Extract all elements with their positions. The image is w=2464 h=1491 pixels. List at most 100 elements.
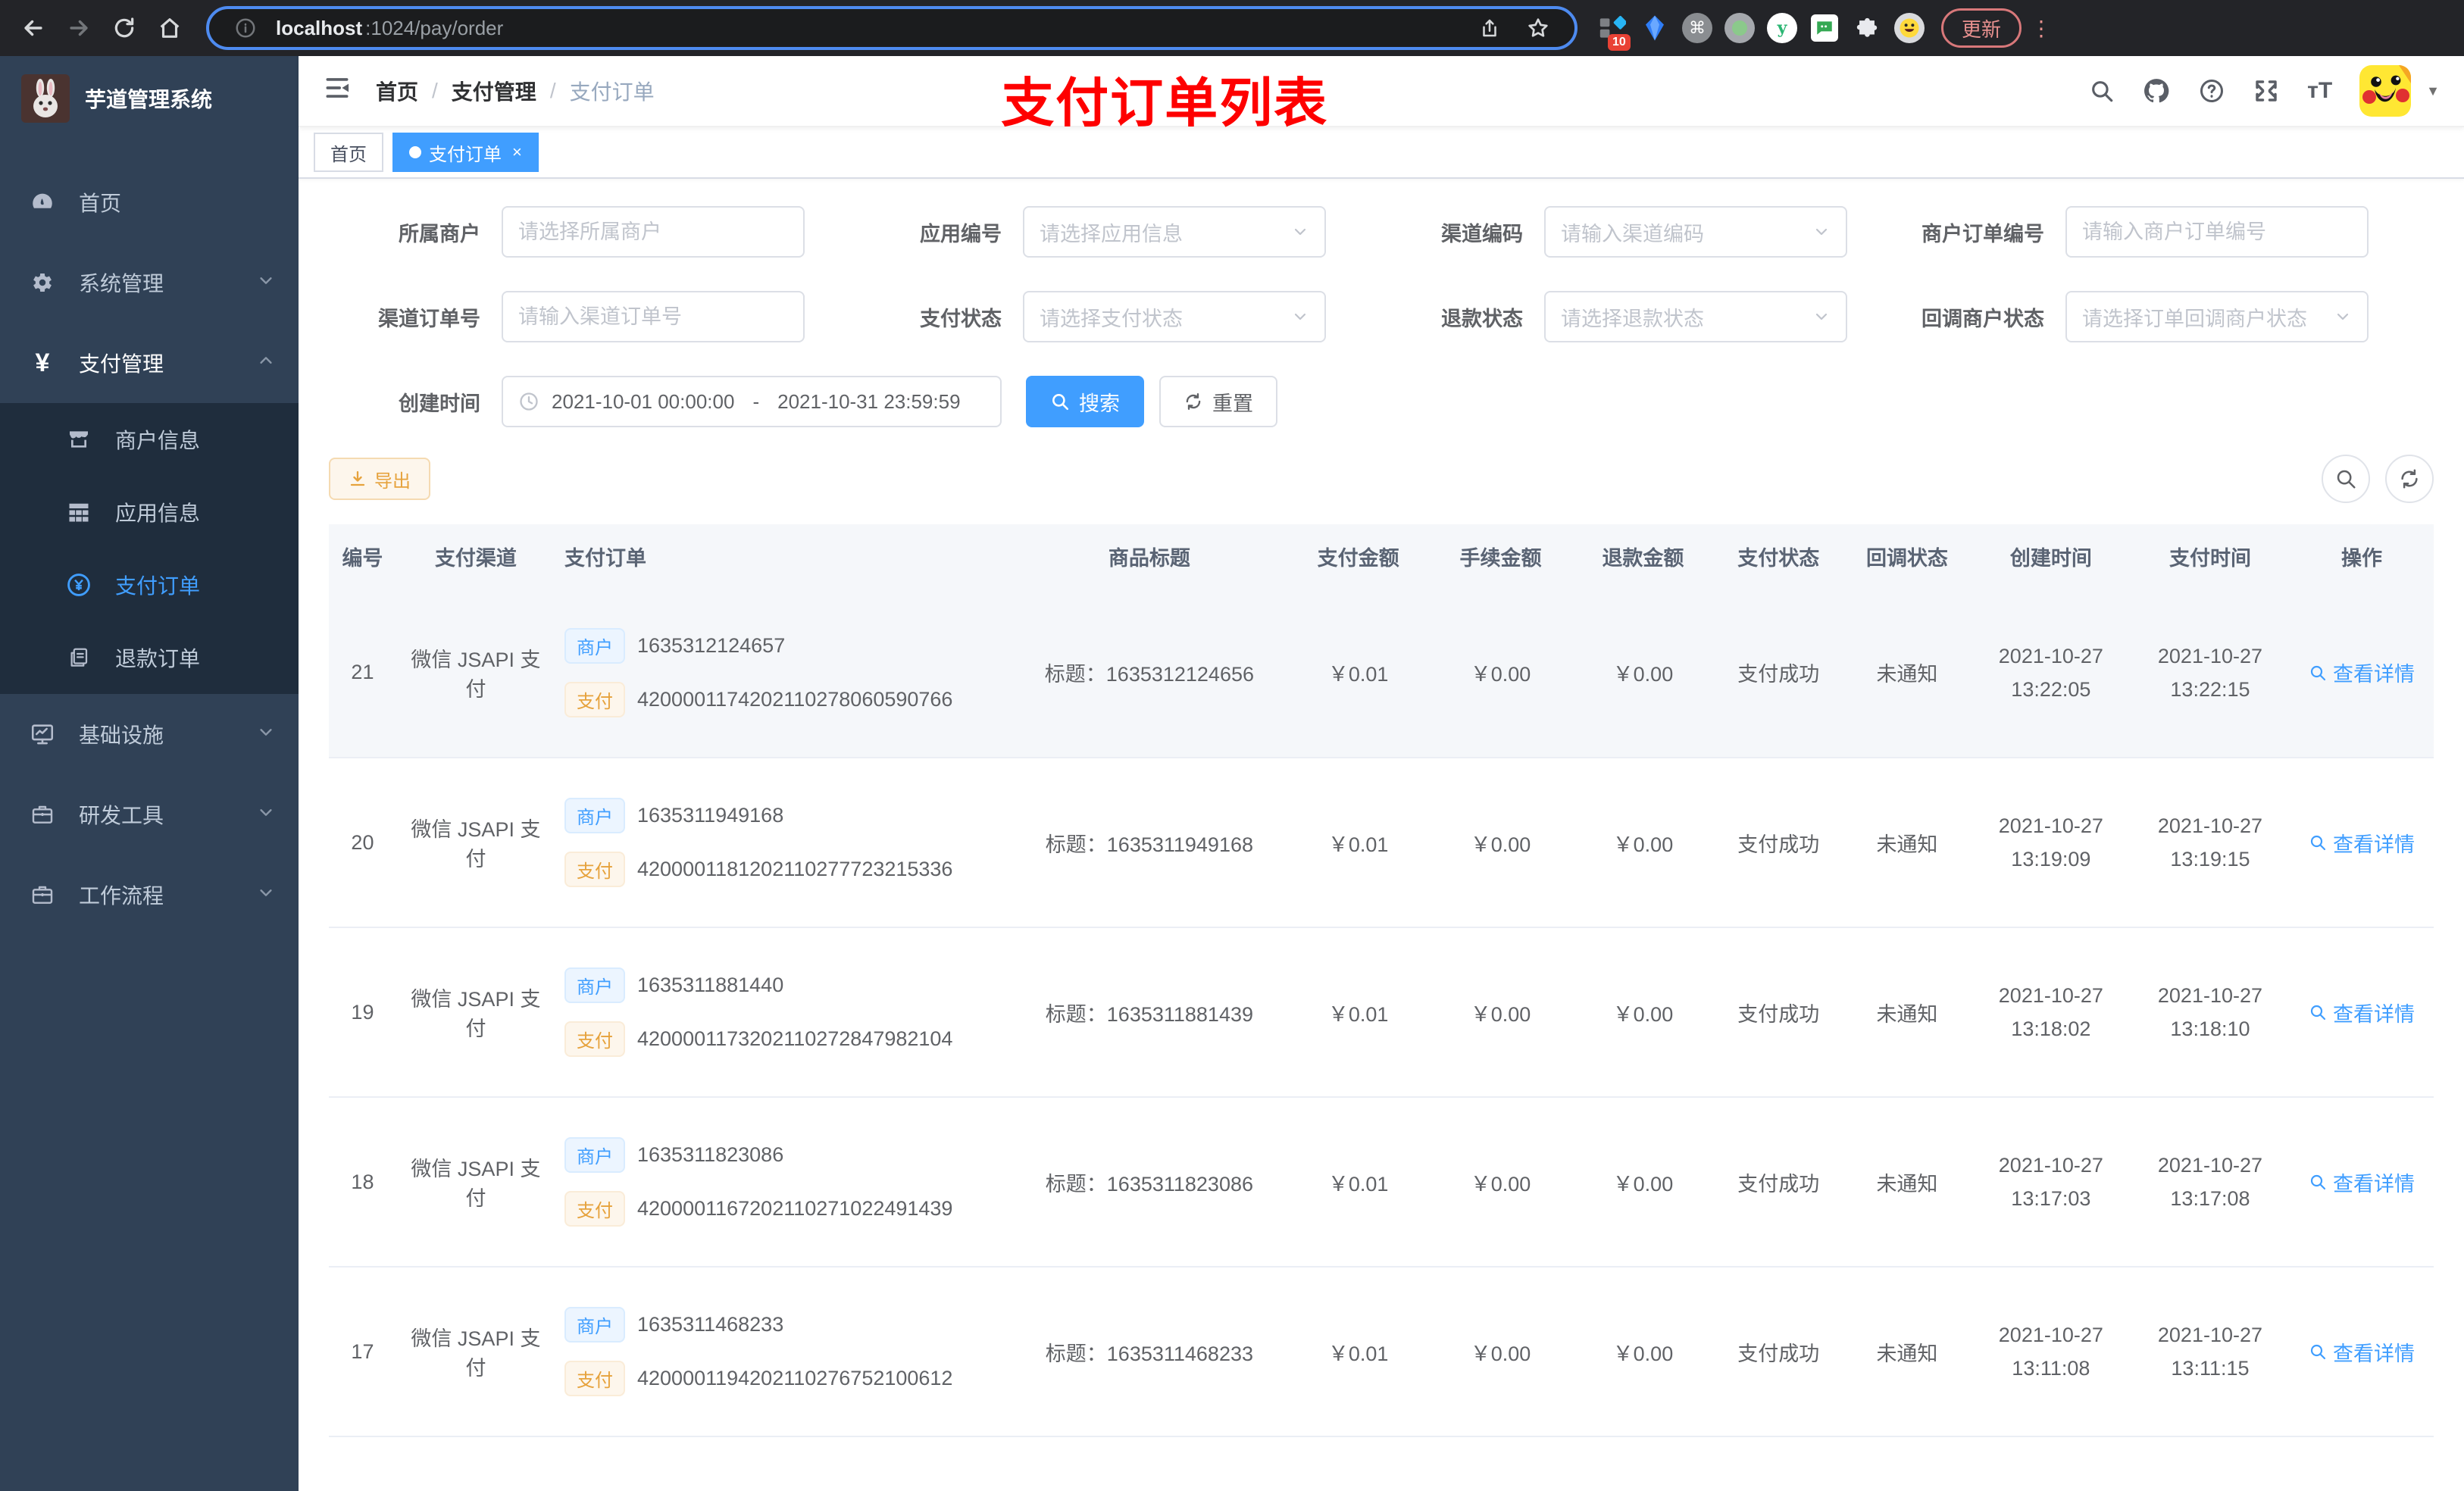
table-row[interactable]: 17 微信 JSAPI 支付 商户 1635311468233 支付 4200001… [329,1267,2434,1437]
sidebar-item-workflow[interactable]: 工作流程 [0,855,299,935]
forward-icon[interactable] [61,10,97,46]
browser-menu-icon[interactable]: ⋮ [2031,16,2052,41]
col-fee: 手续金额 [1429,524,1572,588]
url-host: localhost [276,16,363,39]
sidebar-item-merchant-info[interactable]: 商户信息 [0,403,299,476]
logo-image [21,74,70,123]
table-row[interactable]: 19 微信 JSAPI 支付 商户 1635311881440 支付 4200001… [329,927,2434,1098]
shop-icon [61,427,97,452]
search-icon[interactable] [2089,78,2115,104]
yen-circle-icon [61,572,97,598]
font-size-icon[interactable]: ᴛT [2307,78,2332,104]
extension-emoji-icon[interactable] [1893,11,1926,45]
bookmark-star-icon[interactable] [1520,10,1556,46]
tag-home[interactable]: 首页 [314,133,383,172]
sidebar-menu: 首页 系统管理 ¥ 支付管理 商户信息 应用信息 支付订单 退款订单 基础设施 … [0,141,299,935]
avatar[interactable] [2359,65,2412,117]
grid-icon [61,501,97,524]
chevron-down-icon [2334,303,2352,331]
view-detail-link[interactable]: 查看详情 [2309,1167,2415,1197]
hamburger-icon[interactable] [323,73,352,108]
extension-record-icon[interactable] [1723,11,1756,45]
home-icon[interactable] [152,10,188,46]
view-detail-link[interactable]: 查看详情 [2309,658,2415,687]
export-button[interactable]: 导出 [329,458,430,500]
back-icon[interactable] [15,10,52,46]
col-action: 操作 [2290,524,2434,588]
create-time-range-picker[interactable]: 2021-10-01 00:00:00 - 2021-10-31 23:59:5… [502,376,1002,427]
extension-gem-icon[interactable] [1638,11,1671,45]
merchant-tag: 商户 [564,967,625,1003]
table-row[interactable]: 18 微信 JSAPI 支付 商户 1635311823086 支付 4200001… [329,1097,2434,1268]
refund-status-select[interactable]: 请选择退款状态 [1544,291,1847,342]
sidebar-item-dev-tools[interactable]: 研发工具 [0,774,299,855]
breadcrumb-current: 支付订单 [569,80,655,104]
reset-button[interactable]: 重置 [1159,376,1277,427]
chevron-down-icon [1812,218,1831,246]
monitor-chart-icon [24,721,61,747]
browser-update-button[interactable]: 更新 [1941,8,2022,48]
clock-icon [518,391,539,412]
sidebar-item-pay[interactable]: ¥ 支付管理 [0,323,299,403]
logo-row[interactable]: 芋道管理系统 [0,56,299,141]
table-row-partial[interactable]: 商户1635311351796 [329,1436,2434,1491]
extension-puzzle-icon[interactable] [1850,11,1884,45]
view-detail-link[interactable]: 查看详情 [2309,1337,2415,1367]
table-row[interactable]: 20 微信 JSAPI 支付 商户 1635311949168 支付 4200001… [329,758,2434,928]
pay-tag: 支付 [564,1361,625,1396]
sidebar-item-system[interactable]: 系统管理 [0,242,299,323]
merchant-tag: 商户 [564,627,625,664]
channel-code-select[interactable]: 请输入渠道编码 [1544,206,1847,258]
sidebar-item-home[interactable]: 首页 [0,162,299,242]
site-info-icon[interactable] [227,10,264,46]
navbar-actions: ᴛT ▼ [2089,65,2440,117]
pay-status-select[interactable]: 请选择支付状态 [1023,291,1326,342]
toggle-search-button[interactable] [2322,455,2370,503]
fullscreen-icon[interactable] [2253,77,2280,105]
col-pay-status: 支付状态 [1714,524,1843,588]
breadcrumb-home[interactable]: 首页 [376,76,418,106]
notify-status-select[interactable]: 请选择订单回调商户状态 [2065,291,2369,342]
sidebar-item-pay-order[interactable]: 支付订单 [0,549,299,621]
extension-badge: 10 [1608,34,1631,51]
chevron-down-icon [258,804,274,825]
app-no-select[interactable]: 请选择应用信息 [1023,206,1326,258]
filter-label-channel-order-no: 渠道订单号 [378,307,480,330]
page-title-annotation: 支付订单列表 [1001,73,1329,133]
sidebar-item-refund-order[interactable]: 退款订单 [0,621,299,694]
url-bar[interactable]: localhost :1024/pay/order [206,6,1578,50]
extension-command-icon[interactable]: ⌘ [1681,11,1714,45]
filter-label-notify-status: 回调商户状态 [1921,307,2044,330]
tag-close-icon[interactable]: × [512,142,522,162]
sidebar: 芋道管理系统 首页 系统管理 ¥ 支付管理 商户信息 应用信息 支付订单 退款订… [0,56,299,1491]
sidebar-item-app-info[interactable]: 应用信息 [0,476,299,549]
extension-tabs-icon[interactable]: 10 [1596,11,1631,51]
view-detail-link[interactable]: 查看详情 [2309,828,2415,858]
merchant-order-no-input[interactable] [2065,206,2369,258]
filter-label-app-no: 应用编号 [920,222,1002,245]
range-end: 2021-10-31 23:59:59 [777,389,961,413]
reload-icon[interactable] [106,10,142,46]
chevron-down-icon [258,272,274,293]
view-detail-link[interactable]: 查看详情 [2309,998,2415,1027]
merchant-input[interactable] [502,206,805,258]
extension-y-icon[interactable]: y [1765,11,1799,45]
tag-pay-order[interactable]: 支付订单 × [392,133,539,172]
share-icon[interactable] [1471,10,1508,46]
channel-order-no-input[interactable] [502,291,805,342]
col-pay-time: 支付时间 [2130,524,2290,588]
sidebar-item-infra[interactable]: 基础设施 [0,694,299,774]
github-icon[interactable] [2142,77,2171,105]
help-icon[interactable] [2198,77,2225,105]
pay-tag: 支付 [564,1021,625,1057]
table-row[interactable]: 21 微信 JSAPI 支付 商户 1635312124657 支付 4200001… [329,588,2434,758]
filter-label-create-time: 创建时间 [399,392,480,415]
breadcrumb-pay[interactable]: 支付管理 [452,76,536,106]
navbar: 首页 / 支付管理 / 支付订单 支付订单列表 ᴛT ▼ [299,56,2464,133]
refresh-button[interactable] [2385,455,2434,503]
chevron-up-icon [258,352,274,374]
search-button[interactable]: 搜索 [1026,376,1144,427]
briefcase-icon [24,802,61,827]
extension-chat-icon[interactable] [1808,11,1841,45]
avatar-caret-icon[interactable]: ▼ [2426,83,2440,99]
